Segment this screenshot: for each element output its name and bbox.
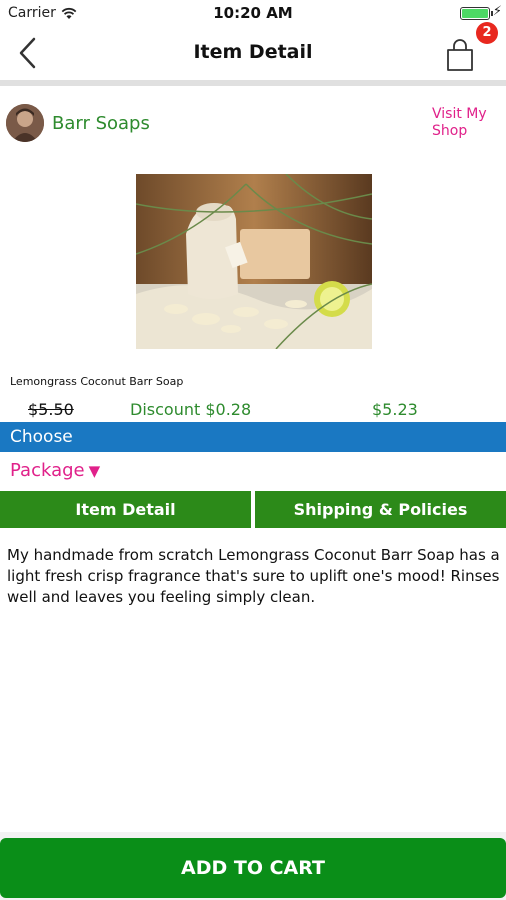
- status-time: 10:20 AM: [213, 4, 293, 22]
- original-price: $5.50: [28, 400, 74, 419]
- add-to-cart-button[interactable]: ADD TO CART: [0, 838, 506, 898]
- visit-shop-link[interactable]: Visit My Shop: [432, 106, 502, 140]
- shop-avatar[interactable]: [6, 104, 44, 142]
- status-bar: Carrier 10:20 AM ⚡: [0, 0, 506, 28]
- soap-photo: [136, 174, 372, 349]
- choose-section-header: Choose: [0, 422, 506, 452]
- cart-count-badge: 2: [476, 22, 498, 44]
- product-name: Lemongrass Coconut Barr Soap: [10, 375, 184, 388]
- shopping-bag-icon: [447, 39, 473, 71]
- nav-bar: Item Detail 2: [0, 22, 506, 86]
- charging-icon: ⚡: [492, 4, 502, 19]
- package-dropdown[interactable]: Package ▼: [10, 460, 100, 481]
- product-image: [136, 174, 372, 349]
- tab-shipping-policies[interactable]: Shipping & Policies: [255, 491, 506, 528]
- final-price: $5.23: [372, 400, 418, 419]
- package-dropdown-label: Package: [10, 460, 85, 481]
- page-title: Item Detail: [193, 41, 313, 63]
- dropdown-arrow-icon: ▼: [88, 462, 101, 480]
- battery-icon: [460, 7, 493, 20]
- product-description: My handmade from scratch Lemongrass Coco…: [7, 546, 500, 606]
- price-row: $5.50 Discount $0.28 $5.23: [0, 400, 506, 422]
- discount-label: Discount $0.28: [130, 400, 252, 419]
- tab-item-detail[interactable]: Item Detail: [0, 491, 251, 528]
- detail-tabs: Item Detail Shipping & Policies: [0, 491, 506, 528]
- shop-row: Barr Soaps Visit My Shop: [0, 104, 506, 148]
- cart-button[interactable]: 2: [440, 22, 498, 74]
- avatar-image: [6, 104, 44, 142]
- shop-name-link[interactable]: Barr Soaps: [52, 113, 150, 134]
